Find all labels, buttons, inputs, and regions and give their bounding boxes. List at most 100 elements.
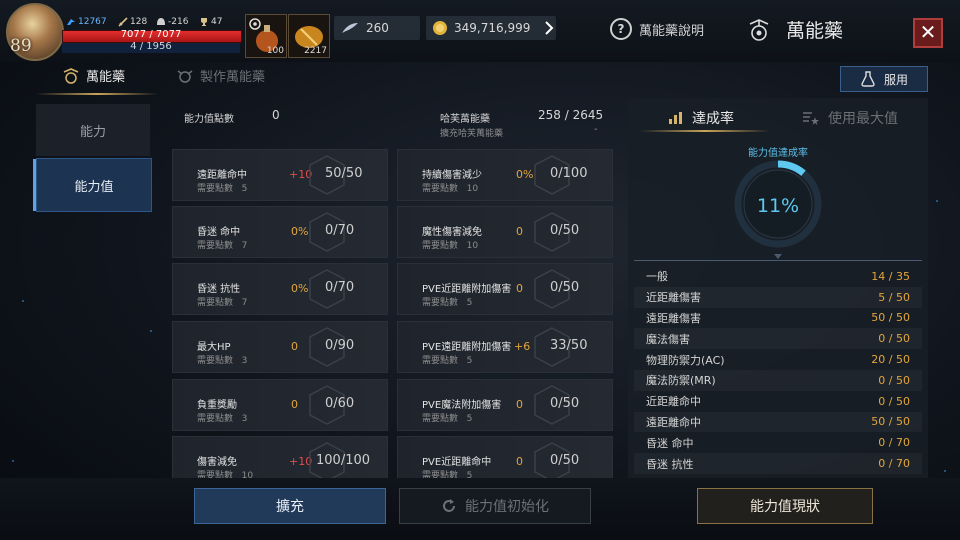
status-button-label: 能力值現狀 [750,499,820,515]
ability-card-value: 0/90 [325,338,355,353]
tab-achievement-rate-label: 達成率 [692,111,734,127]
chevron-right-icon[interactable] [544,21,554,35]
potion-slot-1[interactable]: 100 [245,14,287,58]
achievement-row: 近距離傷害 5 / 50 [634,286,922,308]
achievement-row: 物理防禦力(AC) 20 / 50 [634,349,922,370]
stat-helmet-value: -216 [168,17,189,27]
achievement-row: 昏迷 抗性 0 / 70 [634,453,922,474]
craft-tab-icon [177,69,193,83]
sword-icon [118,17,128,27]
bar-chart-icon [669,112,682,124]
sidebar-item-ability[interactable]: 能力 [36,104,150,156]
tab-max-usage-label: 使用最大值 [828,111,898,127]
tab-craft-label: 製作萬能藥 [200,70,266,85]
use-button-label: 服用 [883,72,908,87]
tab-panacea[interactable]: 萬能藥 [62,66,125,85]
ability-card-name: 昏迷 命中 [197,227,241,238]
expand-book-value: - [594,124,598,135]
achievement-row-label: 昏迷 抗性 [646,457,694,471]
stat-attack: 128 [118,17,147,27]
potion-slot-2[interactable]: 2217 [288,14,330,58]
close-button[interactable]: ✕ [913,18,943,48]
ability-card-value: 0/50 [550,280,580,295]
gold-counter: 349,716,999 [426,16,556,40]
ability-card-value: 0/50 [550,396,580,411]
points-value: 0 [272,108,280,122]
diamond-counter: 260 [334,16,420,40]
expand-book-label: 擴充哈芙萬能藥 [440,129,504,139]
panacea-tab-icon [63,67,79,84]
ability-card[interactable]: 遠距離命中 需要點數 5 +10 50/50 [172,149,388,201]
achievement-row-value: 0 / 50 [878,373,910,387]
use-button[interactable]: 服用 [840,66,928,92]
ability-card[interactable]: 魔性傷害減免 需要點數 10 0 0/50 [397,206,613,258]
ability-card-value: 100/100 [316,453,371,468]
mp-text: 4 / 1956 [130,41,172,52]
expand-button[interactable]: 擴充 [194,488,386,524]
ability-card-name: 魔性傷害減免 [422,227,482,238]
ability-card-cost: 需要點數 3 [197,414,248,424]
ability-card-bonus: 0 [291,340,298,353]
sidebar-item-ability-value[interactable]: 能力值 [33,158,152,212]
book-value: 258 / 2645 [538,108,604,122]
stat-blue: 12767 [66,17,107,27]
ability-card-bonus: 0 [516,398,523,411]
ability-card-bonus: +6 [514,340,531,353]
achievement-row-value: 0 / 70 [878,457,910,471]
ability-card-bonus: 0 [516,282,523,295]
ability-card[interactable]: PVE魔法附加傷害 需要點數 5 0 0/50 [397,379,613,431]
sparkle [150,330,152,332]
achievement-row: 魔法防禦(MR) 0 / 50 [634,369,922,391]
stat-blue-value: 12767 [78,17,107,27]
ability-card-name: 負重獎勵 [197,400,237,411]
tab-max-usage[interactable]: 使用最大值 [802,108,898,128]
ability-card[interactable]: 持續傷害減少 需要點數 10 0% 0/100 [397,149,613,201]
ability-card[interactable]: 昏迷 抗性 需要點數 7 0% 0/70 [172,263,388,315]
ability-card-name: PVE魔法附加傷害 [422,400,502,411]
status-button[interactable]: 能力值現狀 [697,488,873,524]
ability-card-value: 0/70 [325,223,355,238]
ability-card-name: PVE近距離命中 [422,457,492,468]
sparkle [936,200,938,202]
reset-button[interactable]: 能力值初始化 [399,488,591,524]
ability-card[interactable]: 最大HP 需要點數 3 0 0/90 [172,321,388,373]
gold-value: 349,716,999 [454,21,531,35]
potion-slot-2-count: 2217 [304,46,327,56]
achievement-row-value: 50 / 50 [871,311,910,325]
tab-panacea-label: 萬能藥 [86,70,126,85]
tab-craft[interactable]: 製作萬能藥 [176,66,265,85]
ability-card-name: PVE遠距離附加傷害 [422,342,512,353]
help-button[interactable]: ? 萬能藥說明 [610,18,704,40]
gold-coin-icon [433,21,447,35]
gauge-pointer-icon [774,254,782,259]
achievement-row: 昏迷 命中 0 / 70 [634,432,922,453]
page-title: 萬能藥 [746,16,843,43]
ability-card-cost: 需要點數 7 [197,298,248,308]
achievement-row-label: 一般 [646,270,668,284]
ability-card[interactable]: 負重獎勵 需要點數 3 0 0/60 [172,379,388,431]
achievement-row-label: 遠距離傷害 [646,311,701,325]
book-label: 哈芙萬能藥 [440,114,490,125]
achievement-row-value: 50 / 50 [871,415,910,429]
trophy-icon [201,18,207,26]
ability-card-value: 0/50 [550,453,580,468]
ability-card[interactable]: 昏迷 命中 需要點數 7 0% 0/70 [172,206,388,258]
refresh-icon [443,499,455,512]
achievement-row: 近距離命中 0 / 50 [634,391,922,412]
achievement-list: 一般 14 / 35 近距離傷害 5 / 50 遠距離傷害 50 / 50 魔法傷害 0 / … [634,266,922,474]
ability-card-bonus: 0 [516,225,523,238]
help-label: 萬能藥說明 [639,23,705,39]
ability-card-cost: 需要點數 5 [422,298,473,308]
ability-card-cost: 需要點數 5 [422,414,473,424]
ability-card[interactable]: PVE遠距離附加傷害 需要點數 5 +6 33/50 [397,321,613,373]
flask-icon [861,71,875,87]
ability-card-cost: 需要點數 7 [197,241,248,251]
points-label: 能力值點數 [184,114,234,125]
tab-achievement-rate[interactable]: 達成率 [668,108,734,128]
sparkle [12,460,14,462]
ability-card[interactable]: PVE近距離附加傷害 需要點數 5 0 0/50 [397,263,613,315]
ability-card-cost: 需要點數 10 [422,241,479,251]
gauge-separator [634,260,922,261]
ability-card-value: 0/70 [325,280,355,295]
ability-card-name: 昏迷 抗性 [197,284,241,295]
